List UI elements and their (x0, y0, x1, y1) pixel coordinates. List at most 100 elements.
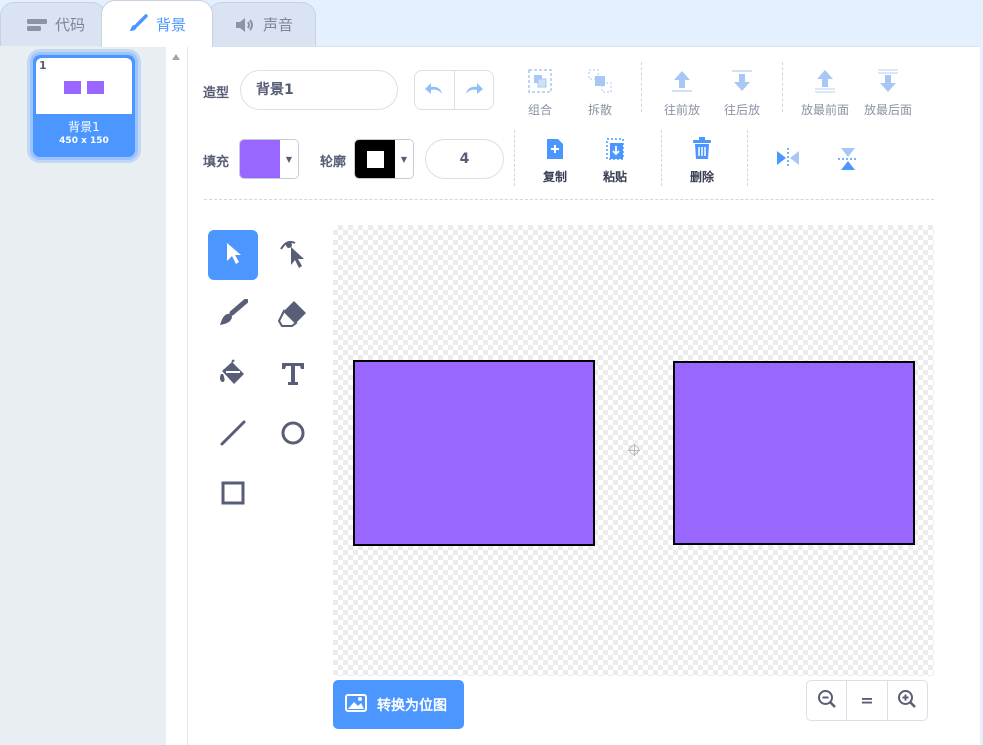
reshape-cursor-icon (279, 237, 307, 273)
trash-icon (691, 137, 713, 164)
paste-button[interactable]: 粘贴 (600, 137, 630, 185)
front-label: 放最前面 (800, 103, 849, 117)
scroll-up-arrow[interactable] (172, 54, 180, 60)
outline-swatch (355, 140, 395, 178)
outline-color-picker[interactable]: ▼ (354, 139, 414, 179)
reshape-tool[interactable] (268, 230, 318, 280)
ungroup-icon (587, 68, 613, 97)
eraser-tool[interactable] (268, 290, 318, 340)
circle-icon (280, 420, 306, 450)
paintbrush-icon (218, 298, 249, 331)
circle-tool[interactable] (268, 410, 318, 460)
flip-vertical-button[interactable] (834, 146, 862, 175)
tab-backdrops-label: 背景 (156, 15, 187, 34)
toolbar-divider (782, 62, 783, 112)
backward-label: 往后放 (723, 103, 760, 117)
code-blocks-icon (27, 18, 47, 32)
costume-thumbnail (36, 58, 132, 114)
line-icon (219, 419, 247, 451)
convert-to-bitmap-button[interactable]: 转换为位图 (333, 680, 464, 729)
copy-label: 复制 (542, 170, 567, 184)
ungroup-label: 拆散 (587, 103, 612, 117)
fill-swatch (240, 140, 280, 178)
costume-name: 背景1 (68, 120, 100, 134)
convert-to-bitmap-label: 转换为位图 (377, 697, 447, 714)
thumbnail-rect (87, 81, 104, 94)
eraser-icon (277, 299, 308, 331)
image-icon (345, 693, 367, 716)
arrow-up-icon (669, 68, 695, 97)
center-crosshair-icon (628, 444, 640, 456)
group-label: 组合 (527, 103, 552, 117)
costume-name-input[interactable]: 背景1 (240, 70, 398, 110)
undo-button[interactable] (415, 71, 454, 109)
redo-button[interactable] (453, 71, 494, 109)
text-t-icon (280, 360, 306, 390)
toolbar-divider (661, 130, 662, 186)
back-label: 放最后面 (863, 103, 912, 117)
line-tool[interactable] (208, 410, 258, 460)
toolbar-divider (514, 130, 515, 186)
dropdown-arrow-icon: ▼ (280, 140, 298, 178)
backward-button[interactable]: 往后放 (722, 68, 762, 118)
rectangle-icon (220, 480, 246, 510)
ungroup-button[interactable]: 拆散 (582, 68, 618, 118)
send-back-button[interactable]: 放最后面 (860, 68, 916, 118)
rectangle-tool[interactable] (208, 470, 258, 520)
purple-rectangle-left[interactable] (353, 360, 595, 546)
zoom-reset-button[interactable]: = (846, 681, 886, 720)
undo-icon (424, 81, 444, 100)
thumbnail-rect (64, 81, 81, 94)
paint-canvas[interactable] (333, 225, 934, 676)
speaker-icon (235, 17, 255, 33)
tab-sounds[interactable]: 声音 (208, 2, 316, 46)
bring-front-button[interactable]: 放最前面 (798, 68, 852, 118)
flip-horizontal-icon (775, 146, 801, 173)
copy-icon (544, 137, 566, 164)
zoom-in-button[interactable] (886, 681, 927, 720)
paintbrush-icon (128, 14, 148, 34)
fill-label: 填充 (203, 155, 230, 170)
toolbar-divider (747, 130, 748, 186)
select-tool[interactable] (208, 230, 258, 280)
zoom-controls: = (806, 680, 928, 721)
zoom-out-icon (817, 689, 837, 713)
delete-button[interactable]: 删除 (687, 137, 717, 185)
paste-icon (604, 137, 626, 164)
flip-vertical-icon (836, 146, 860, 175)
zoom-out-button[interactable] (807, 681, 846, 720)
delete-label: 删除 (689, 170, 714, 184)
bring-to-front-icon (812, 68, 838, 97)
paste-label: 粘贴 (602, 170, 627, 184)
outline-width-input[interactable]: 4 (425, 139, 504, 179)
fill-color-picker[interactable]: ▼ (239, 139, 299, 179)
brush-tool[interactable] (208, 290, 258, 340)
outline-label: 轮廓 (320, 155, 347, 170)
tab-backdrops[interactable]: 背景 (101, 0, 213, 47)
arrow-cursor-icon (222, 240, 244, 270)
text-tool[interactable] (268, 350, 318, 400)
purple-rectangle-right[interactable] (673, 361, 915, 545)
toolbar-divider (641, 62, 642, 112)
editor-tabs: 代码 背景 声音 (0, 0, 983, 47)
costume-label: 造型 (203, 86, 230, 101)
costume-size: 450 x 150 (59, 136, 109, 146)
fill-tool[interactable] (208, 350, 258, 400)
tab-sounds-label: 声音 (263, 16, 294, 34)
tab-code[interactable]: 代码 (0, 2, 106, 46)
copy-button[interactable]: 复制 (540, 137, 570, 185)
forward-label: 往前放 (663, 103, 700, 117)
group-button[interactable]: 组合 (522, 68, 558, 118)
redo-icon (464, 81, 484, 100)
paint-bucket-icon (218, 358, 248, 392)
costume-number: 1 (39, 59, 47, 72)
group-icon (527, 68, 553, 97)
forward-button[interactable]: 往前放 (662, 68, 702, 118)
arrow-down-icon (729, 68, 755, 97)
costume-tile[interactable]: 1 背景1 450 x 150 (30, 52, 138, 160)
dropdown-arrow-icon: ▼ (395, 140, 413, 178)
undo-redo-group (414, 70, 494, 110)
costume-list-scrollbar[interactable] (166, 46, 188, 745)
tab-code-label: 代码 (55, 16, 86, 34)
flip-horizontal-button[interactable] (774, 146, 802, 173)
